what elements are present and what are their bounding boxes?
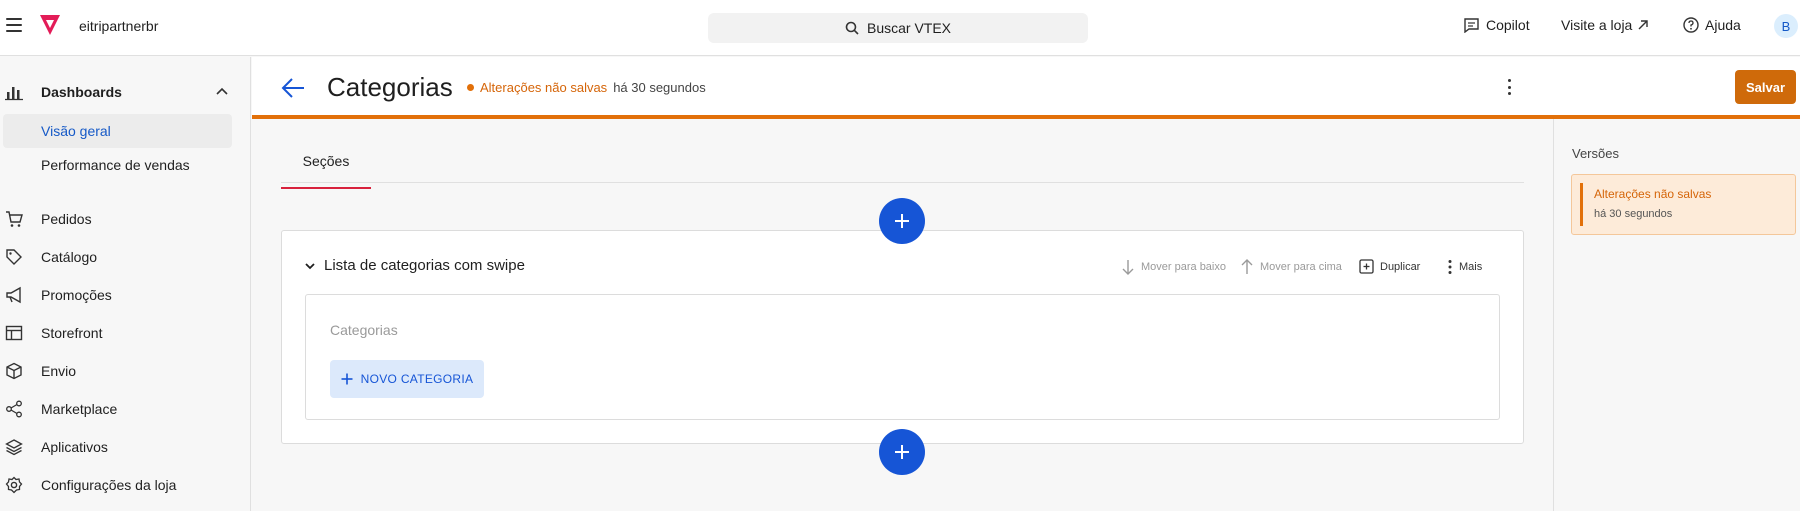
plus-icon	[341, 373, 353, 385]
move-down-label: Mover para baixo	[1141, 261, 1226, 273]
section-block: Lista de categorias com swipe Mover para…	[281, 230, 1524, 444]
arrow-up-icon	[1241, 259, 1253, 274]
tab-divider	[281, 182, 1524, 183]
chat-icon	[1464, 18, 1479, 33]
vtex-logo-icon[interactable]	[38, 14, 62, 36]
search-placeholder: Buscar VTEX	[866, 20, 952, 36]
box-icon	[6, 362, 22, 380]
tag-icon	[6, 249, 22, 265]
move-up-button[interactable]: Mover para cima	[1240, 259, 1342, 275]
sidebar-item-configuracoes[interactable]: Configurações da loja	[0, 470, 251, 500]
duplicate-icon	[1359, 259, 1374, 274]
megaphone-icon	[6, 286, 21, 304]
share-icon	[6, 400, 22, 418]
top-bar: eitripartnerbr Buscar VTEX Copilot Visit…	[0, 0, 1800, 56]
menu-icon[interactable]	[6, 18, 22, 32]
sidebar-item-label: Configurações da loja	[41, 477, 177, 493]
plus-icon	[895, 214, 909, 228]
search-input[interactable]: Buscar VTEX	[708, 13, 1088, 43]
sidebar-item-label: Aplicativos	[41, 439, 108, 455]
more-button[interactable]: Mais	[1447, 259, 1482, 275]
cart-icon	[6, 211, 23, 227]
visit-store-link[interactable]: Visite a loja	[1561, 17, 1649, 33]
unsaved-label: Alterações não salvas	[480, 80, 608, 95]
account-name[interactable]: eitripartnerbr	[79, 18, 158, 34]
section-title[interactable]: Lista de categorias com swipe	[304, 257, 525, 274]
sidebar-item-dashboards[interactable]: Dashboards	[0, 77, 251, 107]
unsaved-time: há 30 segundos	[613, 80, 706, 95]
sidebar-item-performance[interactable]: Performance de vendas	[3, 148, 232, 182]
duplicate-label: Duplicar	[1380, 260, 1421, 273]
search-icon	[845, 21, 859, 35]
unsaved-status: Alterações não salvas há 30 segundos	[467, 80, 706, 95]
status-dot-icon	[467, 84, 474, 91]
sidebar-item-visao-geral[interactable]: Visão geral	[3, 114, 232, 148]
version-card-title: Alterações não salvas	[1594, 187, 1712, 201]
layout-icon	[5, 325, 23, 341]
sidebar-item-label: Pedidos	[41, 211, 92, 227]
save-button[interactable]: Salvar	[1735, 70, 1796, 104]
move-down-button[interactable]: Mover para baixo	[1121, 259, 1226, 275]
help-label: Ajuda	[1705, 17, 1741, 33]
sidebar: Dashboards Visão geral Performance de ve…	[0, 57, 251, 511]
sidebar-item-label: Storefront	[41, 325, 103, 341]
sidebar-item-promocoes[interactable]: Promoções	[0, 280, 251, 310]
sidebar-item-label: Dashboards	[41, 84, 122, 100]
sidebar-item-pedidos[interactable]: Pedidos	[0, 204, 251, 234]
sidebar-item-storefront[interactable]: Storefront	[0, 318, 251, 348]
categories-label: Categorias	[330, 322, 398, 338]
plus-icon	[895, 445, 909, 459]
user-avatar[interactable]: B	[1774, 14, 1798, 38]
chevron-down-icon	[305, 262, 315, 269]
sidebar-item-label: Promoções	[41, 287, 112, 303]
categories-field: Categorias NOVO CATEGORIA	[305, 294, 1500, 420]
back-arrow-icon[interactable]	[280, 75, 306, 101]
versions-title: Versões	[1572, 146, 1619, 161]
kebab-icon	[1448, 260, 1452, 274]
more-options-icon[interactable]	[1502, 77, 1516, 97]
visit-store-label: Visite a loja	[1561, 17, 1633, 33]
sidebar-item-label: Envio	[41, 363, 77, 379]
bar-chart-icon	[5, 87, 23, 101]
chevron-up-icon[interactable]	[215, 85, 229, 99]
help-button[interactable]: Ajuda	[1683, 17, 1741, 33]
external-arrow-icon	[1638, 20, 1649, 30]
page-title: Categorias	[327, 72, 453, 102]
sidebar-item-envio[interactable]: Envio	[0, 356, 251, 386]
add-section-button-bottom[interactable]	[879, 429, 925, 475]
sidebar-item-label: Marketplace	[41, 401, 118, 417]
tab-secoes[interactable]: Seções	[281, 153, 371, 189]
new-category-button[interactable]: NOVO CATEGORIA	[330, 360, 484, 398]
version-accent-bar	[1580, 183, 1583, 226]
help-icon	[1683, 17, 1699, 33]
sidebar-item-label: Catálogo	[41, 249, 98, 265]
version-card-time: há 30 segundos	[1594, 208, 1673, 220]
new-category-label: NOVO CATEGORIA	[360, 372, 474, 386]
arrow-down-icon	[1122, 260, 1134, 275]
sidebar-item-marketplace[interactable]: Marketplace	[0, 394, 251, 424]
duplicate-button[interactable]: Duplicar	[1359, 259, 1420, 274]
more-label: Mais	[1459, 261, 1483, 273]
section-title-label: Lista de categorias com swipe	[324, 257, 525, 274]
main-content: Categorias Alterações não salvas há 30 s…	[252, 57, 1800, 511]
versions-panel: Versões Alterações não salvas há 30 segu…	[1553, 119, 1800, 511]
layers-icon	[5, 439, 23, 456]
copilot-label: Copilot	[1486, 17, 1530, 33]
version-card-unsaved[interactable]: Alterações não salvas há 30 segundos	[1571, 174, 1796, 235]
move-up-label: Mover para cima	[1260, 261, 1342, 273]
gear-icon	[5, 476, 23, 494]
copilot-button[interactable]: Copilot	[1463, 17, 1530, 33]
add-section-button-top[interactable]	[879, 198, 925, 244]
sidebar-item-catalogo[interactable]: Catálogo	[0, 242, 251, 272]
sidebar-item-aplicativos[interactable]: Aplicativos	[0, 432, 251, 462]
page-header: Categorias Alterações não salvas há 30 s…	[252, 57, 1800, 119]
